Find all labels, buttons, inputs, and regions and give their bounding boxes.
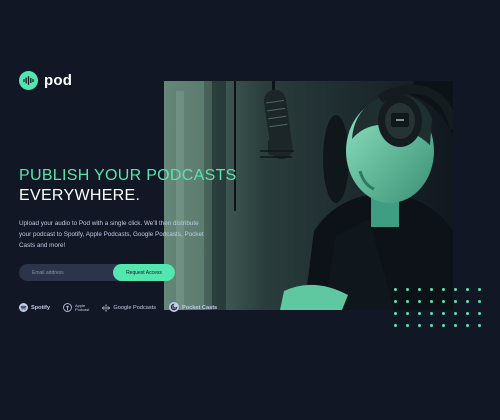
signup-form: Request Access [19, 264, 175, 281]
decorative-dot [418, 288, 421, 291]
decorative-dot [442, 324, 445, 327]
platform-pocket-casts: Pocket Casts [169, 299, 217, 317]
google-podcasts-icon [102, 299, 111, 317]
decorative-dot [478, 288, 481, 291]
dot-pattern [394, 288, 481, 327]
decorative-dot [430, 288, 433, 291]
waveform-icon [19, 71, 38, 90]
spotify-icon [19, 299, 28, 317]
platform-apple-podcasts: Apple Podcast [63, 299, 89, 317]
decorative-dot [406, 288, 409, 291]
decorative-dot [466, 288, 469, 291]
platform-spotify: Spotify [19, 299, 50, 317]
decorative-dot [442, 288, 445, 291]
request-access-button[interactable]: Request Access [113, 264, 175, 281]
decorative-dot [406, 324, 409, 327]
decorative-dot [430, 324, 433, 327]
decorative-dot [418, 312, 421, 315]
decorative-dot [442, 312, 445, 315]
brand-name: pod [44, 72, 73, 89]
pocket-casts-icon [169, 299, 180, 317]
decorative-dot [406, 312, 409, 315]
decorative-dot [478, 312, 481, 315]
decorative-dot [394, 312, 397, 315]
pocket-casts-label: Pocket Casts [182, 305, 218, 311]
decorative-dot [466, 324, 469, 327]
decorative-dot [394, 324, 397, 327]
decorative-dot [418, 324, 421, 327]
decorative-dot [466, 312, 469, 315]
platform-google-podcasts: Google Podcasts [102, 299, 156, 317]
decorative-dot [430, 312, 433, 315]
decorative-dot [394, 288, 397, 291]
headline-line-2: EVERYWHERE. [19, 187, 141, 204]
decorative-dot [442, 300, 445, 303]
decorative-dot [418, 300, 421, 303]
apple-label-line-2: Podcast [74, 307, 90, 312]
decorative-dot [454, 288, 457, 291]
hero-description: Upload your audio to Pod with a single c… [19, 220, 204, 249]
platform-logos: Spotify Apple Podcast Google Podcasts Po… [19, 299, 217, 317]
google-podcasts-label: Google Podcasts [113, 305, 157, 311]
headline-line-1: PUBLISH YOUR PODCASTS [19, 167, 237, 184]
decorative-dot [406, 300, 409, 303]
decorative-dot [478, 324, 481, 327]
apple-podcasts-label: Apple Podcast [74, 303, 90, 313]
decorative-dot [454, 312, 457, 315]
decorative-dot [478, 300, 481, 303]
apple-podcasts-icon [63, 299, 72, 317]
spotify-label: Spotify [31, 305, 50, 311]
hero-headline: PUBLISH YOUR PODCASTS EVERYWHERE. [19, 166, 237, 206]
decorative-dot [394, 300, 397, 303]
decorative-dot [454, 300, 457, 303]
decorative-dot [430, 300, 433, 303]
decorative-dot [466, 300, 469, 303]
pod-logo[interactable]: pod [19, 71, 72, 90]
email-input[interactable] [19, 264, 113, 281]
decorative-dot [454, 324, 457, 327]
